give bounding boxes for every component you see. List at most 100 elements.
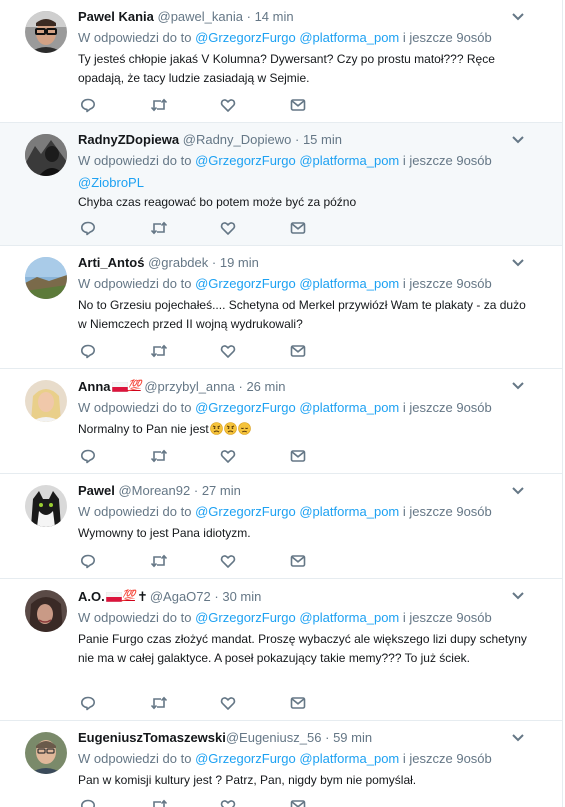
avatar[interactable] <box>25 257 67 299</box>
display-name[interactable]: RadnyZDopiewa <box>78 132 179 147</box>
user-handle[interactable]: @Morean92 <box>118 483 190 498</box>
mention-link[interactable]: @platforma_pom <box>299 504 399 519</box>
message-icon[interactable] <box>290 553 360 569</box>
tweet-actions <box>80 695 360 711</box>
tweet-item[interactable]: A.O. 💯 ✝ @AgaO72 · 30 min W odpowiedzi do t… <box>0 579 562 721</box>
separator: · <box>238 379 243 394</box>
user-handle[interactable]: @Radny_Dopiewo <box>183 132 292 147</box>
display-name[interactable]: Pawel Kania <box>78 9 154 24</box>
avatar[interactable] <box>25 134 67 176</box>
tweet-item[interactable]: RadnyZDopiewa @Radny_Dopiewo · 15 min W … <box>0 123 562 246</box>
retweet-icon[interactable] <box>150 798 220 807</box>
mention-link[interactable]: @GrzegorzFurgo <box>195 751 296 766</box>
mention-link[interactable]: @platforma_pom <box>299 30 399 45</box>
hundred-points-icon: 💯 <box>121 590 136 602</box>
chevron-down-icon[interactable] <box>508 483 528 499</box>
timestamp[interactable]: 30 min <box>222 589 261 604</box>
others-count[interactable]: i jeszcze 9osób <box>403 751 492 766</box>
message-icon[interactable] <box>290 343 360 359</box>
mention-link[interactable]: @platforma_pom <box>299 400 399 415</box>
like-icon[interactable] <box>220 220 290 236</box>
message-icon[interactable] <box>290 695 360 711</box>
tweet-item[interactable]: Pawel @Morean92 · 27 min W odpowiedzi do… <box>0 474 562 579</box>
message-icon[interactable] <box>290 798 360 807</box>
chevron-down-icon[interactable] <box>508 730 528 746</box>
mention-link[interactable]: @GrzegorzFurgo <box>195 30 296 45</box>
user-handle[interactable]: @grabdek <box>148 255 208 270</box>
mention-link[interactable]: @platforma_pom <box>299 751 399 766</box>
display-name[interactable]: Pawel <box>78 483 115 498</box>
reply-icon[interactable] <box>80 220 150 236</box>
reply-context: W odpowiedzi do to @GrzegorzFurgo @platf… <box>78 30 532 46</box>
others-count[interactable]: i jeszcze 9osób <box>403 610 492 625</box>
reply-icon[interactable] <box>80 97 150 113</box>
chevron-down-icon[interactable] <box>508 132 528 148</box>
retweet-icon[interactable] <box>150 695 220 711</box>
display-name[interactable]: Anna <box>78 379 111 394</box>
avatar[interactable] <box>25 732 67 774</box>
reply-icon[interactable] <box>80 343 150 359</box>
tweet-item[interactable]: Anna 💯 @przybyl_anna · 26 min W odpowiedz… <box>0 369 562 474</box>
reply-prefix: W odpowiedzi do <box>78 504 177 519</box>
others-count[interactable]: i jeszcze 9osób <box>403 30 492 45</box>
retweet-icon[interactable] <box>150 553 220 569</box>
mention-link[interactable]: @GrzegorzFurgo <box>195 504 296 519</box>
message-icon[interactable] <box>290 220 360 236</box>
others-count[interactable]: i jeszcze 9osób <box>403 400 492 415</box>
avatar[interactable] <box>25 485 67 527</box>
retweet-icon[interactable] <box>150 343 220 359</box>
retweet-icon[interactable] <box>150 448 220 464</box>
mention-link[interactable]: @GrzegorzFurgo <box>195 610 296 625</box>
timestamp[interactable]: 26 min <box>246 379 285 394</box>
user-handle[interactable]: @Eugeniusz_56 <box>226 730 322 745</box>
user-handle[interactable]: @AgaO72 <box>150 589 211 604</box>
mention-link[interactable]: @platforma_pom <box>299 153 399 168</box>
display-name[interactable]: Arti_Antoś <box>78 255 144 270</box>
reply-context: W odpowiedzi do to @GrzegorzFurgo @platf… <box>78 400 532 416</box>
mention-link[interactable]: @GrzegorzFurgo <box>195 153 296 168</box>
mention-link[interactable]: @GrzegorzFurgo <box>195 400 296 415</box>
reply-icon[interactable] <box>80 798 150 807</box>
like-icon[interactable] <box>220 343 290 359</box>
user-handle[interactable]: @pawel_kania <box>158 9 243 24</box>
reply-icon[interactable] <box>80 553 150 569</box>
like-icon[interactable] <box>220 448 290 464</box>
like-icon[interactable] <box>220 695 290 711</box>
display-name[interactable]: EugeniuszTomaszewski <box>78 730 226 745</box>
like-icon[interactable] <box>220 97 290 113</box>
tweet-item[interactable]: EugeniuszTomaszewski@Eugeniusz_56 · 59 m… <box>0 721 562 807</box>
chevron-down-icon[interactable] <box>508 378 528 394</box>
message-icon[interactable] <box>290 97 360 113</box>
others-count[interactable]: i jeszcze 9osób <box>403 276 492 291</box>
like-icon[interactable] <box>220 553 290 569</box>
retweet-icon[interactable] <box>150 220 220 236</box>
reply-icon[interactable] <box>80 695 150 711</box>
mention-link[interactable]: @platforma_pom <box>299 276 399 291</box>
timestamp[interactable]: 15 min <box>303 132 342 147</box>
message-icon[interactable] <box>290 448 360 464</box>
tweet-item[interactable]: Arti_Antoś @grabdek · 19 min W odpowiedz… <box>0 246 562 369</box>
chevron-down-icon[interactable] <box>508 9 528 25</box>
others-count[interactable]: i jeszcze 9osób <box>403 153 492 168</box>
tweet-item[interactable]: Pawel Kania @pawel_kania · 14 min W odpo… <box>0 0 562 123</box>
timestamp[interactable]: 19 min <box>220 255 259 270</box>
display-name[interactable]: A.O. <box>78 589 105 604</box>
others-count[interactable]: i jeszcze 9osób <box>403 504 492 519</box>
mention-link[interactable]: @ZiobroPL <box>78 175 532 191</box>
timestamp[interactable]: 27 min <box>202 483 241 498</box>
mention-link[interactable]: @platforma_pom <box>299 610 399 625</box>
like-icon[interactable] <box>220 798 290 807</box>
reply-icon[interactable] <box>80 448 150 464</box>
tweet-header: RadnyZDopiewa @Radny_Dopiewo · 15 min <box>78 132 532 148</box>
avatar[interactable] <box>25 590 67 632</box>
avatar[interactable] <box>25 380 67 422</box>
timestamp[interactable]: 14 min <box>255 9 294 24</box>
chevron-down-icon[interactable] <box>508 588 528 604</box>
tweet-actions <box>80 798 360 807</box>
chevron-down-icon[interactable] <box>508 255 528 271</box>
mention-link[interactable]: @GrzegorzFurgo <box>195 276 296 291</box>
user-handle[interactable]: @przybyl_anna <box>144 379 235 394</box>
timestamp[interactable]: 59 min <box>333 730 372 745</box>
avatar[interactable] <box>25 11 67 53</box>
retweet-icon[interactable] <box>150 97 220 113</box>
